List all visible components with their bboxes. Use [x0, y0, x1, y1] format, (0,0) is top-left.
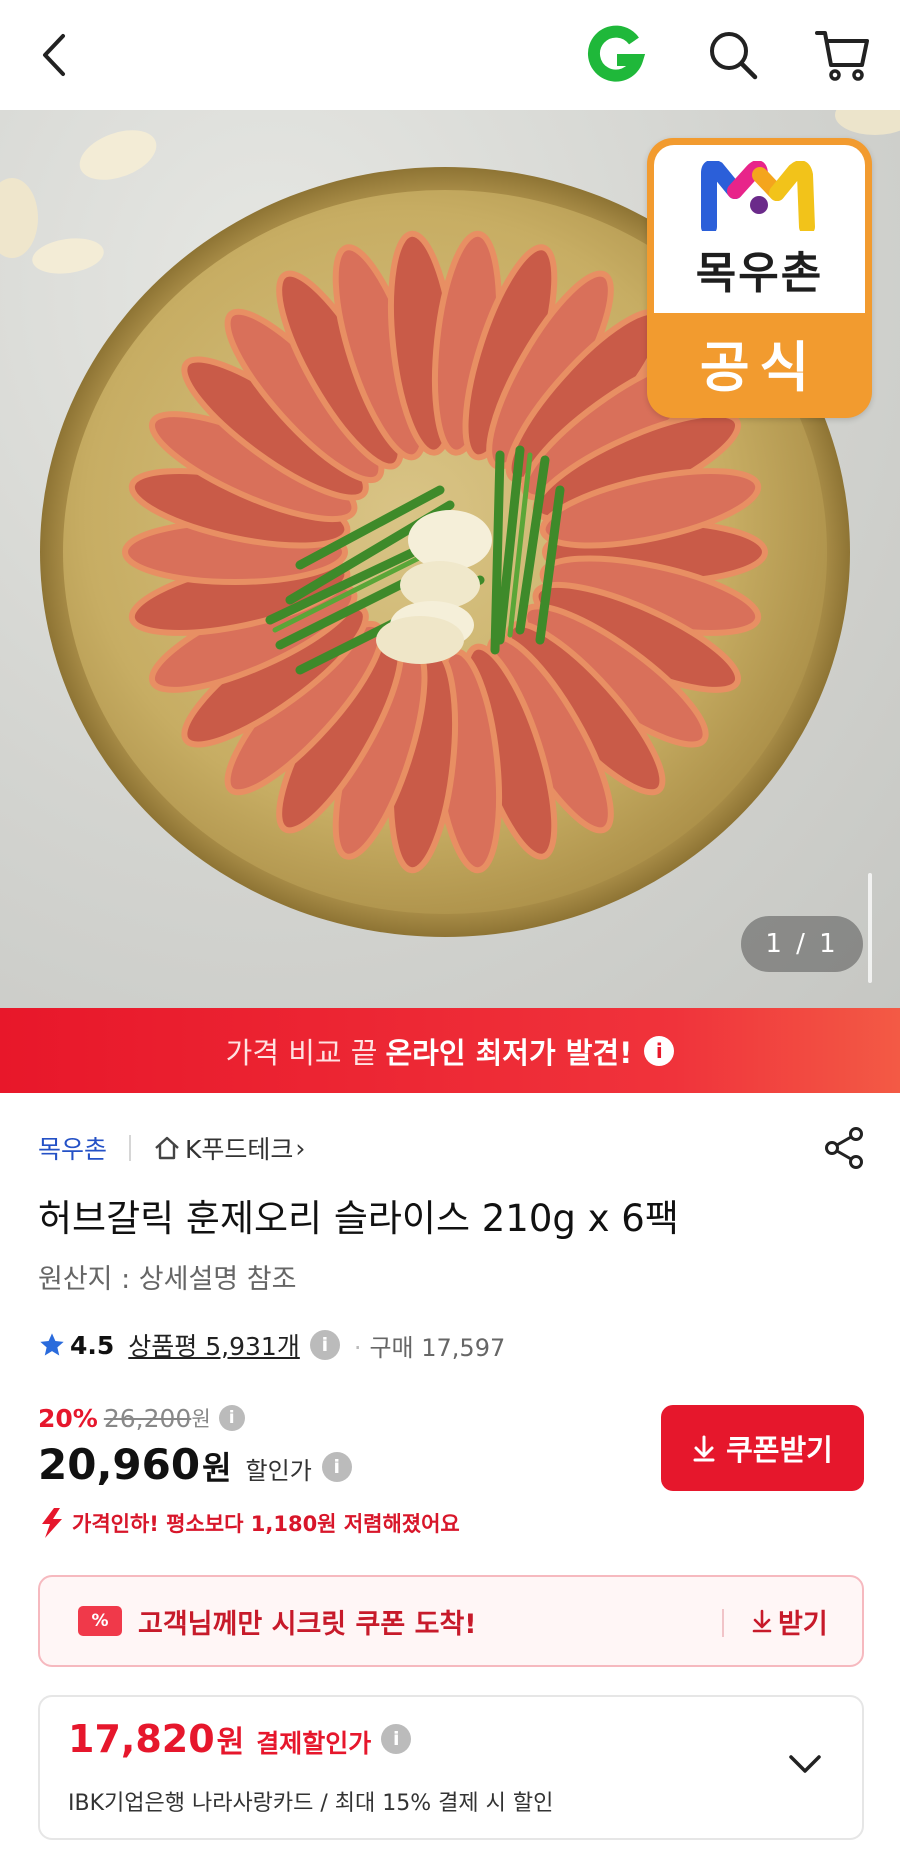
purchase-count: · 구매 17,597 [354, 1328, 505, 1363]
gmarket-g-icon[interactable] [580, 20, 650, 90]
bullet-dot: · [353, 1333, 362, 1362]
get-coupon-label: 쿠폰받기 [726, 1433, 833, 1467]
payment-price-label: 결제할인가 [256, 1729, 372, 1758]
discount-row: 20% 26,200 원 i [38, 1400, 245, 1436]
info-icon[interactable]: i [218, 1405, 245, 1431]
rating-value: 4.5 [70, 1330, 115, 1360]
sale-price-unit: 원 [202, 1449, 232, 1487]
product-origin: 원산지 : 상세설명 참조 [38, 1264, 297, 1295]
info-icon[interactable]: i [644, 1035, 675, 1066]
payment-price: 17,820 [68, 1717, 215, 1761]
share-icon[interactable] [822, 1125, 868, 1175]
info-icon[interactable]: i [381, 1724, 412, 1754]
rating-row: 4.5 상품평 5,931개 i · 구매 17,597 [38, 1325, 505, 1365]
secret-coupon-get-label: 받기 [778, 1608, 828, 1640]
chevron-right-icon: › [295, 1133, 306, 1163]
secret-coupon-get-button[interactable]: 받기 [752, 1577, 828, 1665]
discount-percent: 20% [38, 1403, 98, 1433]
download-arrow-icon [693, 1435, 715, 1462]
payment-description: IBK기업은행 나라사랑카드 / 최대 15% 결제 시 할인 [68, 1791, 554, 1816]
image-pager: 1 / 1 [741, 916, 863, 972]
price-row: 20,960 원 할인가 i [38, 1440, 352, 1494]
promo-text-strong: 온라인 최저가 발견! [385, 1035, 633, 1070]
badge-brand-name: 목우촌 [695, 248, 824, 299]
badge-official-label: 공식 [699, 335, 820, 399]
info-icon[interactable]: i [321, 1452, 352, 1482]
review-count-link[interactable]: 상품평 5,931개 [128, 1327, 300, 1363]
price-drop-arrow-icon [42, 1508, 62, 1538]
back-arrow-icon[interactable] [20, 20, 90, 90]
get-coupon-button[interactable]: 쿠폰받기 [661, 1405, 864, 1491]
store-link[interactable]: K푸드테크 › [153, 1130, 305, 1166]
original-price: 26,200 [103, 1403, 192, 1433]
info-icon[interactable]: i [309, 1330, 340, 1360]
payment-discount-card[interactable]: 17,820 원 결제할인가 i IBK기업은행 나라사랑카드 / 최대 15%… [38, 1695, 864, 1840]
top-bar [0, 0, 900, 110]
secret-coupon-banner[interactable]: % 고객님께만 시크릿 쿠폰 도착! 받기 [38, 1575, 864, 1667]
sale-price: 20,960 [38, 1440, 201, 1489]
product-title: 허브갈릭 훈제오리 슬라이스 210g x 6팩 [38, 1197, 679, 1240]
brand-m-logo-icon [700, 161, 815, 231]
divider [722, 1609, 724, 1637]
official-store-badge: 목우촌 공식 [647, 138, 872, 418]
download-arrow-icon [752, 1609, 772, 1633]
purchase-count-text: 구매 17,597 [369, 1333, 506, 1362]
store-name: K푸드테크 [185, 1135, 294, 1164]
payment-price-row: 17,820 원 결제할인가 i [68, 1717, 412, 1761]
chevron-down-icon[interactable] [785, 1751, 825, 1781]
price-drop-text: 가격인하! 평소보다 1,180원 저렴해졌어요 [72, 1512, 460, 1536]
sale-price-label: 할인가 [245, 1457, 312, 1485]
original-price-unit: 원 [191, 1407, 211, 1431]
lowest-price-banner[interactable]: 가격 비교 끝 온라인 최저가 발견! i [0, 1008, 900, 1093]
product-image[interactable]: 목우촌 공식 1 / 1 [0, 110, 900, 1008]
secret-coupon-message: 고객님께만 시크릿 쿠폰 도착! [138, 1608, 477, 1640]
search-icon[interactable] [698, 20, 768, 90]
seller-link[interactable]: 목우촌 [38, 1130, 107, 1166]
image-scroll-indicator [868, 873, 872, 983]
payment-price-unit: 원 [216, 1725, 245, 1760]
home-icon [155, 1136, 179, 1160]
promo-text-light: 가격 비교 끝 [225, 1035, 378, 1070]
cart-icon[interactable] [808, 20, 878, 90]
star-icon [40, 1333, 64, 1356]
divider [129, 1135, 132, 1161]
coupon-ticket-icon: % [78, 1606, 122, 1636]
seller-row: 목우촌 K푸드테크 › [38, 1125, 868, 1171]
price-drop-notice: 가격인하! 평소보다 1,180원 저렴해졌어요 [38, 1507, 460, 1539]
